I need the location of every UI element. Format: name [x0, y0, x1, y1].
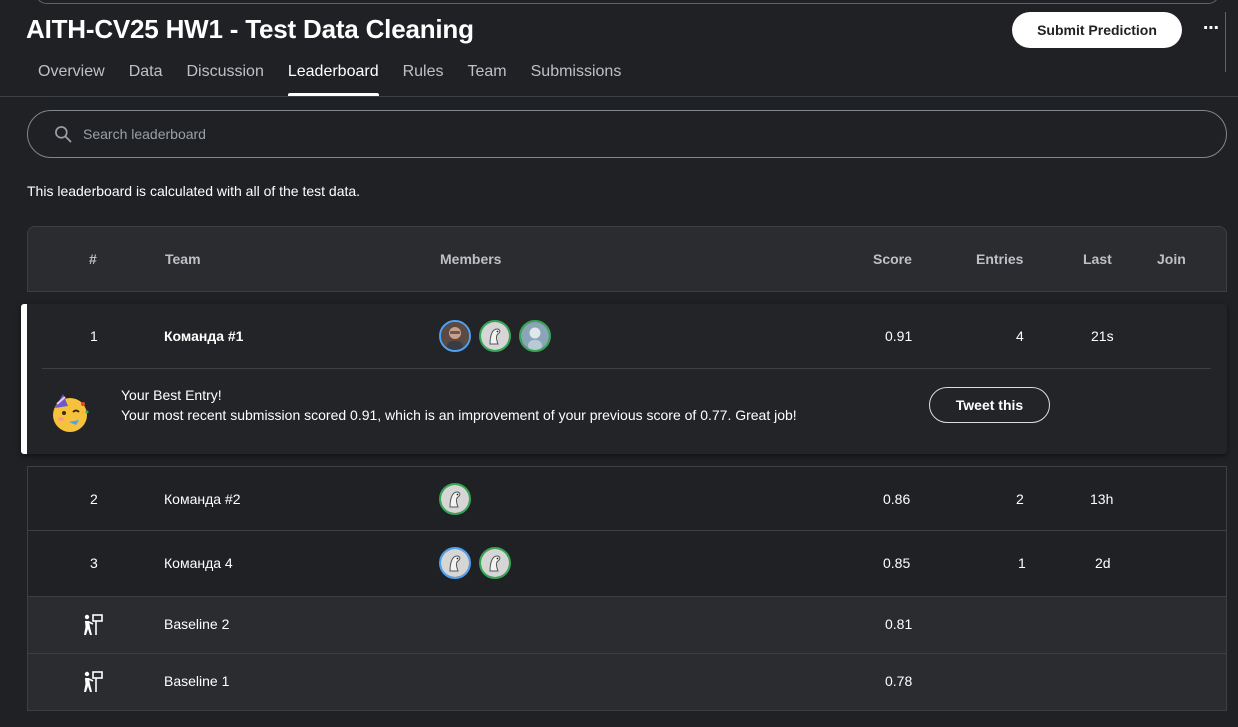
table-row[interactable]: 2 Команда #2 0.86 2 13h — [27, 466, 1227, 531]
header-last[interactable]: Last — [1083, 251, 1112, 267]
party-face-icon — [53, 394, 89, 432]
tab-leaderboard[interactable]: Leaderboard — [287, 63, 379, 96]
member-avatar[interactable] — [439, 547, 471, 579]
header-score[interactable]: Score — [873, 251, 912, 267]
top-search-pill — [35, 0, 1220, 4]
best-entry-title: Your Best Entry! — [121, 387, 222, 403]
score-cell: 0.85 — [883, 555, 911, 571]
header-join: Join — [1157, 251, 1186, 267]
last-cell: 21s — [1091, 328, 1114, 344]
tab-team[interactable]: Team — [468, 63, 507, 96]
member-avatar[interactable] — [519, 320, 551, 352]
score-cell: 0.78 — [885, 673, 913, 689]
tab-submissions[interactable]: Submissions — [531, 63, 622, 96]
entries-cell: 4 — [1016, 328, 1024, 344]
table-row[interactable]: 3 Команда 4 0.85 1 2d — [27, 531, 1227, 597]
score-cell: 0.91 — [885, 328, 913, 344]
best-entry-message: Your most recent submission scored 0.91,… — [121, 407, 797, 423]
team-name[interactable]: Команда #1 — [164, 328, 243, 344]
tab-data[interactable]: Data — [129, 63, 163, 96]
more-options-icon[interactable]: ⋯ — [1200, 18, 1222, 40]
last-cell: 13h — [1090, 491, 1114, 507]
leaderboard-search[interactable] — [27, 110, 1227, 158]
rank-cell: 3 — [90, 555, 98, 571]
search-input[interactable] — [83, 126, 1083, 142]
header-divider — [1225, 12, 1226, 72]
table-header: # Team Members Score Entries Last Join — [27, 226, 1227, 292]
member-avatar[interactable] — [439, 483, 471, 515]
member-avatar[interactable] — [479, 547, 511, 579]
team-name: Baseline 1 — [164, 673, 230, 689]
tabs-divider — [0, 96, 1238, 97]
last-cell: 2d — [1095, 555, 1111, 571]
team-name[interactable]: Команда 4 — [164, 555, 233, 571]
baseline-row: Baseline 2 0.81 — [27, 597, 1227, 654]
leaderboard-note: This leaderboard is calculated with all … — [27, 183, 361, 199]
member-avatar[interactable] — [479, 320, 511, 352]
rank-cell: 2 — [90, 491, 98, 507]
score-cell: 0.86 — [883, 491, 911, 507]
entries-cell: 1 — [1018, 555, 1026, 571]
highlight-bar — [21, 304, 27, 454]
page-title: AITH-CV25 HW1 - Test Data Cleaning — [26, 14, 474, 44]
tab-overview[interactable]: Overview — [38, 63, 105, 96]
tab-discussion[interactable]: Discussion — [186, 63, 263, 96]
rank-cell: 1 — [90, 328, 98, 344]
header-entries[interactable]: Entries — [976, 251, 1023, 267]
header-team[interactable]: Team — [165, 251, 201, 267]
header-rank[interactable]: # — [89, 251, 97, 267]
baseline-row: Baseline 1 0.78 — [27, 654, 1227, 711]
submit-prediction-button[interactable]: Submit Prediction — [1012, 12, 1182, 48]
tab-rules[interactable]: Rules — [403, 63, 444, 96]
score-cell: 0.81 — [885, 616, 913, 632]
search-icon — [55, 126, 72, 143]
highlighted-team-row[interactable]: 1 Команда #1 0.91 4 21s Your Best Entry!… — [21, 304, 1227, 454]
tweet-button[interactable]: Tweet this — [929, 387, 1050, 423]
team-name: Baseline 2 — [164, 616, 230, 632]
baseline-icon — [84, 614, 103, 635]
team-name[interactable]: Команда #2 — [164, 491, 241, 507]
card-divider — [42, 368, 1211, 369]
member-avatar[interactable] — [439, 320, 471, 352]
entries-cell: 2 — [1016, 491, 1024, 507]
header-members: Members — [440, 251, 502, 267]
competition-tabs: Overview Data Discussion Leaderboard Rul… — [26, 63, 645, 96]
baseline-icon — [84, 671, 103, 692]
